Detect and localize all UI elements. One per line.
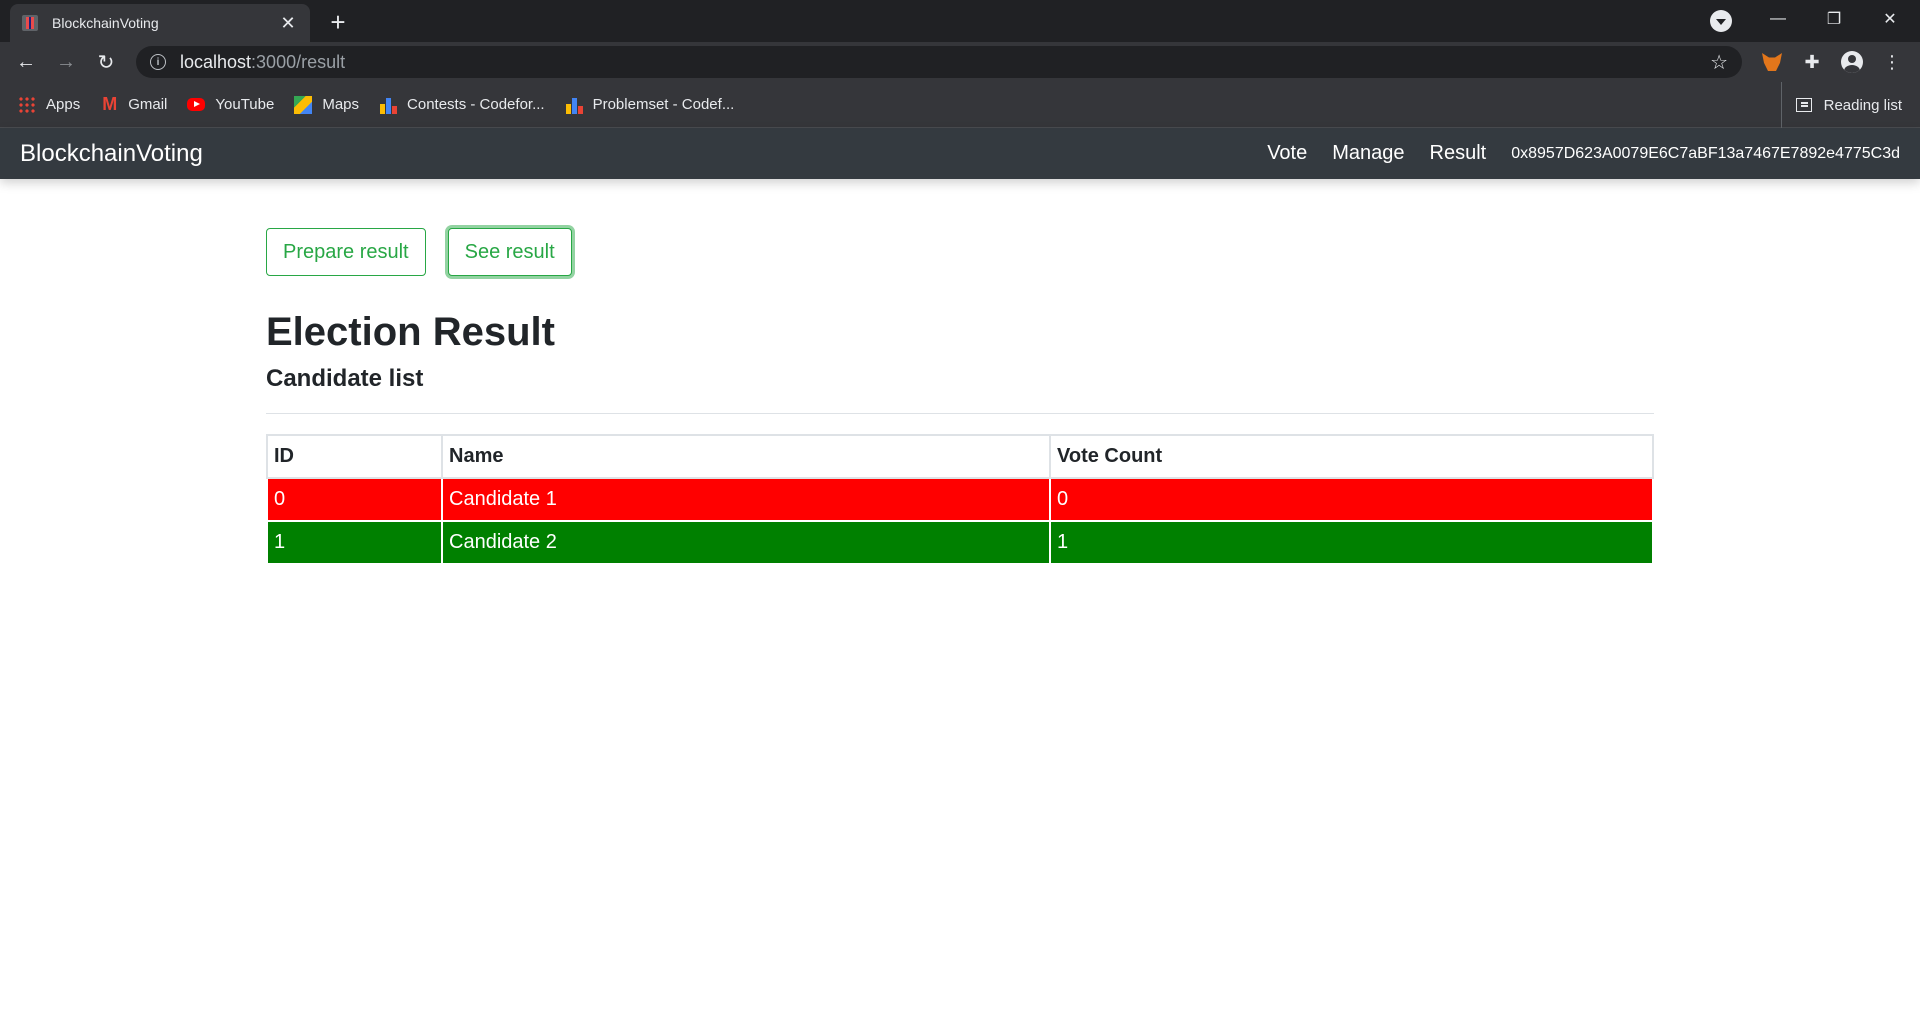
codeforces-icon bbox=[379, 96, 398, 114]
apps-grid-icon bbox=[18, 95, 36, 114]
results-table: ID Name Vote Count 0 Candidate 1 0 1 Can… bbox=[266, 434, 1654, 565]
account-address: 0x8957D623A0079E6C7aBF13a7467E7892e4775C… bbox=[1511, 144, 1900, 162]
reading-list-icon bbox=[1795, 98, 1812, 112]
bookmark-label: Problemset - Codef... bbox=[592, 96, 735, 113]
site-favicon-icon bbox=[22, 15, 38, 31]
url-path: :3000/result bbox=[251, 51, 346, 72]
extensions-puzzle-icon[interactable]: ✚ bbox=[1800, 50, 1824, 74]
back-arrow-icon[interactable]: ← bbox=[10, 46, 42, 78]
table-header-row: ID Name Vote Count bbox=[266, 434, 1654, 479]
column-header-vote-count: Vote Count bbox=[1049, 434, 1654, 479]
bookmark-label: Gmail bbox=[128, 96, 168, 113]
profile-avatar-icon[interactable] bbox=[1840, 50, 1864, 74]
bookmarks-bar: Apps Gmail YouTube Maps Contests - Codef… bbox=[0, 82, 1920, 128]
cell-id: 1 bbox=[266, 520, 443, 565]
youtube-icon bbox=[187, 98, 206, 111]
address-bar[interactable]: i localhost:3000/result ☆ bbox=[136, 46, 1742, 78]
url-host: localhost bbox=[180, 51, 252, 72]
section-subtitle: Candidate list bbox=[266, 365, 424, 392]
cell-votes: 1 bbox=[1049, 520, 1654, 565]
column-header-id: ID bbox=[266, 434, 443, 479]
nav-link-manage[interactable]: Manage bbox=[1332, 142, 1404, 165]
table-row: 1 Candidate 2 1 bbox=[266, 520, 1654, 565]
forward-arrow-icon[interactable]: → bbox=[50, 46, 82, 78]
bookmark-apps[interactable]: Apps bbox=[18, 95, 81, 114]
bookmark-label: Contests - Codefor... bbox=[407, 96, 545, 113]
bookmark-label: YouTube bbox=[215, 96, 275, 113]
see-result-button[interactable]: See result bbox=[447, 228, 572, 276]
bookmark-label: Apps bbox=[46, 96, 81, 113]
cell-votes: 0 bbox=[1049, 477, 1654, 522]
bookmark-gmail[interactable]: Gmail bbox=[100, 94, 168, 115]
brand-link[interactable]: BlockchainVoting bbox=[20, 140, 203, 168]
cell-id: 0 bbox=[266, 477, 443, 522]
page-title: Election Result bbox=[266, 310, 555, 354]
nav-link-result[interactable]: Result bbox=[1430, 142, 1487, 165]
window-close-icon[interactable]: ✕ bbox=[1862, 0, 1918, 38]
tab-title: BlockchainVoting bbox=[52, 15, 159, 31]
divider bbox=[266, 413, 1654, 414]
bookmark-problemset[interactable]: Problemset - Codef... bbox=[565, 96, 735, 114]
bookmark-contests[interactable]: Contests - Codefor... bbox=[379, 96, 545, 114]
bookmark-star-icon[interactable]: ☆ bbox=[1710, 50, 1728, 75]
app-navbar: BlockchainVoting Vote Manage Result 0x89… bbox=[0, 128, 1920, 179]
reload-icon[interactable]: ↻ bbox=[90, 46, 122, 78]
column-header-name: Name bbox=[441, 434, 1051, 479]
minimize-icon[interactable]: — bbox=[1750, 0, 1806, 38]
navbar-links: Vote Manage Result 0x8957D623A0079E6C7aB… bbox=[1242, 142, 1900, 165]
bookmark-label: Maps bbox=[322, 96, 360, 113]
close-icon[interactable]: ✕ bbox=[278, 13, 298, 34]
reading-list-label: Reading list bbox=[1823, 96, 1902, 114]
bookmark-youtube[interactable]: YouTube bbox=[187, 96, 274, 113]
codeforces-icon bbox=[565, 96, 583, 114]
maps-icon bbox=[294, 95, 313, 114]
table-row: 0 Candidate 1 0 bbox=[266, 477, 1654, 522]
browser-tabstrip: BlockchainVoting ✕ + — ❐ ✕ bbox=[0, 0, 1920, 42]
bookmark-maps[interactable]: Maps bbox=[294, 95, 360, 114]
new-tab-button[interactable]: + bbox=[322, 6, 354, 38]
browser-toolbar: ← → ↻ i localhost:3000/result ☆ ✚ ⋮ bbox=[0, 42, 1920, 82]
browser-tab[interactable]: BlockchainVoting ✕ bbox=[10, 4, 310, 42]
metamask-fox-icon[interactable] bbox=[1760, 50, 1784, 74]
reading-list-button[interactable]: Reading list bbox=[1780, 82, 1902, 128]
menu-kebab-icon[interactable]: ⋮ bbox=[1880, 50, 1904, 74]
action-buttons: Prepare result See result bbox=[266, 228, 1654, 276]
cell-name: Candidate 2 bbox=[441, 520, 1051, 565]
restore-icon[interactable]: ❐ bbox=[1806, 0, 1862, 38]
info-icon[interactable]: i bbox=[150, 54, 166, 70]
cell-name: Candidate 1 bbox=[441, 477, 1051, 522]
nav-link-vote[interactable]: Vote bbox=[1267, 142, 1307, 165]
tab-search-icon[interactable] bbox=[1710, 10, 1732, 32]
gmail-icon bbox=[100, 94, 118, 115]
prepare-result-button[interactable]: Prepare result bbox=[266, 228, 426, 276]
main-content: Prepare result See result Election Resul… bbox=[266, 228, 1654, 565]
